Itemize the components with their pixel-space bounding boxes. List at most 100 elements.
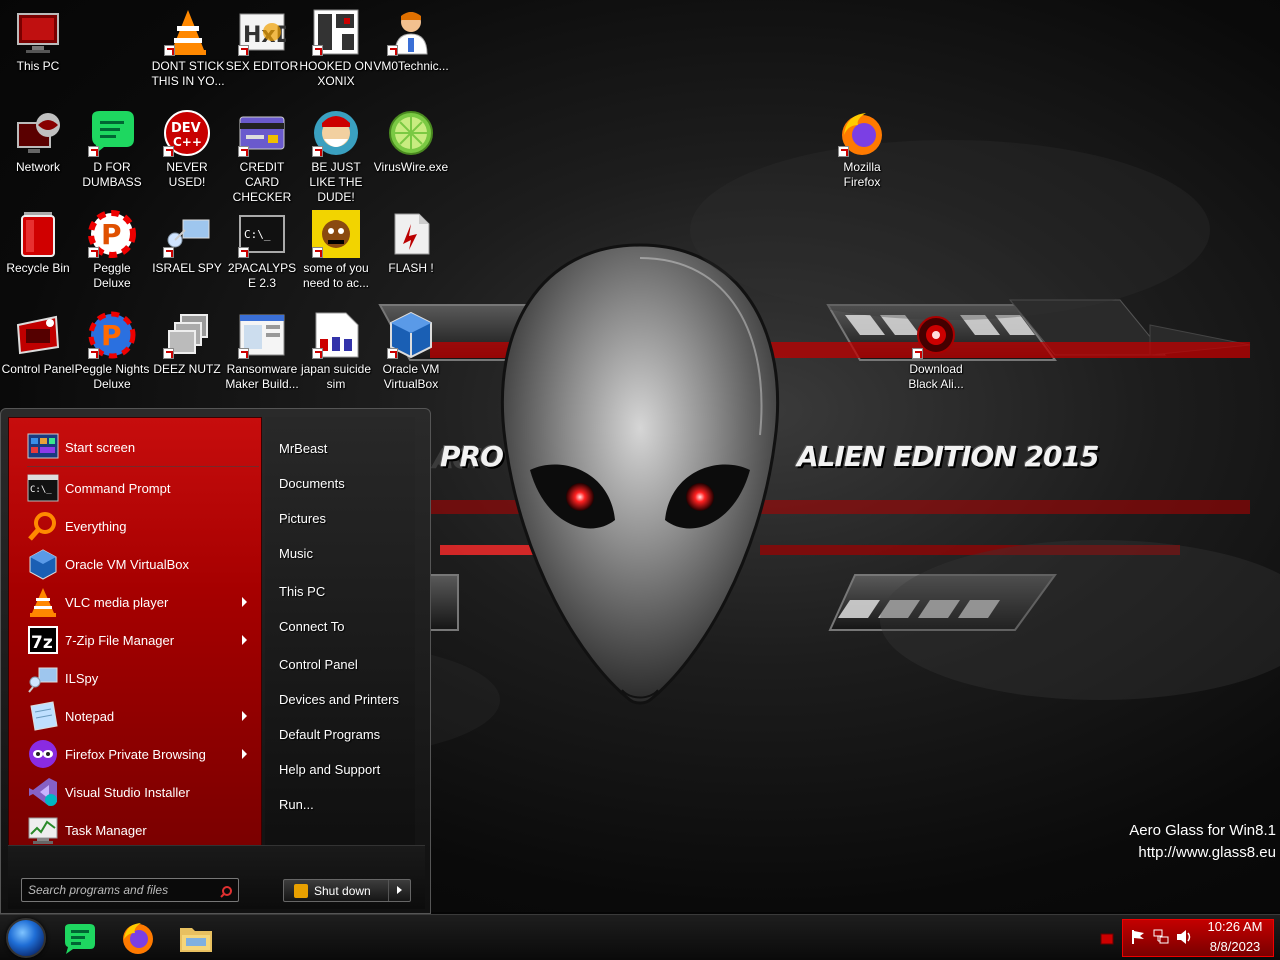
svg-text:C:\_: C:\_ (244, 228, 271, 241)
place-music[interactable]: Music (279, 546, 313, 561)
search-input[interactable] (28, 883, 208, 897)
start-orb-button[interactable] (6, 918, 46, 958)
desktop-icon-recycle-bin[interactable]: Recycle Bin (0, 210, 76, 276)
place-connect-to[interactable]: Connect To (279, 619, 345, 634)
credit-card-icon (238, 109, 286, 157)
desktop-icon-sex-editor[interactable]: HxD SEX EDITOR (224, 8, 300, 74)
desktop-icon-some-of-you[interactable]: some of you need to ac... (298, 210, 374, 291)
flash-document-icon (387, 210, 435, 258)
flag-icon[interactable] (1130, 929, 1146, 945)
desktop-icon-this-pc[interactable]: This PC (0, 8, 76, 74)
start-item-command-prompt[interactable]: C:\_ Command Prompt (9, 469, 263, 507)
search-icon[interactable] (220, 883, 232, 898)
shortcut-arrow-icon (312, 348, 323, 359)
dev-cpp-icon: DEV C++ (163, 109, 211, 157)
desktop-icon-d-for-dumbass[interactable]: D FOR DUMBASS (74, 109, 150, 190)
network-icon[interactable] (1153, 929, 1169, 945)
magnifier-icon (27, 510, 59, 542)
hxd-icon: HxD (238, 8, 294, 56)
desktop-icon-mozilla-firefox[interactable]: Mozilla Firefox (824, 109, 900, 190)
desktop-icon-hooked-on-xonix[interactable]: HOOKED ON XONIX (298, 8, 374, 89)
start-item-firefox-private[interactable]: Firefox Private Browsing (9, 735, 263, 773)
shortcut-arrow-icon (163, 247, 174, 258)
start-item-visual-studio-installer[interactable]: Visual Studio Installer (9, 773, 263, 811)
monitor-icon (14, 8, 62, 56)
place-help-and-support[interactable]: Help and Support (279, 762, 380, 777)
shutdown-button[interactable]: Shut down (283, 879, 411, 902)
task-manager-icon (27, 814, 59, 846)
start-menu: Start screen C:\_ Command Prompt Everyth… (0, 408, 431, 914)
peggle-icon: P (88, 210, 136, 258)
clock-time[interactable]: 10:26 AM (1200, 919, 1270, 934)
desktop-icon-peggle-deluxe[interactable]: P Peggle Deluxe (74, 210, 150, 291)
desktop-icon-control-panel[interactable]: Control Panel (0, 311, 76, 377)
svg-text:C++: C++ (173, 135, 202, 149)
place-documents[interactable]: Documents (279, 476, 345, 491)
desktop-icon-network[interactable]: Network (0, 109, 76, 175)
desktop-icon-vm0technic[interactable]: VM0Technic... (373, 8, 449, 74)
windows-stack-icon (163, 311, 211, 359)
shortcut-arrow-icon (238, 348, 249, 359)
desktop-icon-be-just-like-the-dude[interactable]: BE JUST LIKE THE DUDE! (298, 109, 374, 205)
start-menu-places: MrBeast Documents Pictures Music This PC… (265, 417, 415, 851)
submenu-arrow-icon[interactable] (242, 749, 247, 759)
start-item-everything[interactable]: Everything (9, 507, 263, 545)
desktop-icon-japan-suicide-sim[interactable]: japan suicide sim (298, 311, 374, 392)
place-pictures[interactable]: Pictures (279, 511, 326, 526)
start-item-start-screen[interactable]: Start screen (9, 428, 263, 466)
game-file-icon (312, 311, 360, 359)
place-default-programs[interactable]: Default Programs (279, 727, 380, 742)
lock-icon (294, 883, 308, 898)
desktop-icon-viruswire[interactable]: VirusWire.exe (373, 109, 449, 175)
start-item-vlc-media-player[interactable]: VLC media player (9, 583, 263, 621)
virtualbox-cube-icon (387, 311, 435, 359)
start-item-notepad[interactable]: Notepad (9, 697, 263, 735)
console-icon: C:\_ (238, 210, 286, 258)
control-panel-icon (14, 311, 62, 359)
ilspy-icon (27, 662, 59, 694)
start-item-ilspy[interactable]: ILSpy (9, 659, 263, 697)
place-mrbeast[interactable]: MrBeast (279, 441, 327, 456)
shutdown-options-arrow-icon[interactable] (388, 880, 410, 901)
submenu-arrow-icon[interactable] (242, 635, 247, 645)
start-search-box[interactable] (21, 878, 239, 902)
svg-text:7z: 7z (31, 633, 53, 653)
submenu-arrow-icon[interactable] (242, 597, 247, 607)
desktop-icon-peggle-nights[interactable]: P Peggle Nights Deluxe (74, 311, 150, 392)
place-devices-and-printers[interactable]: Devices and Printers (279, 692, 399, 707)
speaker-icon[interactable] (1176, 929, 1192, 945)
svg-text:DEV: DEV (171, 121, 201, 136)
desktop-icon-download-black-ali[interactable]: Download Black Ali... (898, 311, 974, 392)
folder-icon (180, 928, 212, 952)
taskbar-spotify-button[interactable] (58, 919, 102, 957)
shortcut-arrow-icon (164, 45, 175, 56)
start-item-7zip-file-manager[interactable]: 7z 7-Zip File Manager (9, 621, 263, 659)
vlc-cone-icon (27, 586, 59, 618)
chat-bubble-icon (65, 924, 95, 954)
taskbar-file-explorer-button[interactable] (174, 919, 218, 957)
desktop-icon-credit-card-checker[interactable]: CREDIT CARD CHECKER (224, 109, 300, 205)
dude-character-icon (312, 109, 360, 157)
desktop-icon-2pacalypse[interactable]: C:\_ 2PACALYPSE 2.3 (224, 210, 300, 291)
desktop-icon-deez-nutz[interactable]: DEEZ NUTZ (149, 311, 225, 377)
place-control-panel[interactable]: Control Panel (279, 657, 358, 672)
clock-date[interactable]: 8/8/2023 (1200, 939, 1270, 954)
place-this-pc[interactable]: This PC (279, 584, 325, 599)
desktop-icon-flash[interactable]: FLASH ! (373, 210, 449, 276)
taskbar-firefox-button[interactable] (116, 919, 160, 957)
desktop-icon-ransomware-maker[interactable]: Ransomware Maker Build... (224, 311, 300, 392)
notification-icon[interactable] (1100, 932, 1114, 946)
desktop-icon-israel-spy[interactable]: ISRAEL SPY (149, 210, 225, 276)
place-run[interactable]: Run... (279, 797, 314, 812)
start-menu-programs: Start screen C:\_ Command Prompt Everyth… (8, 417, 262, 851)
shortcut-arrow-icon (312, 146, 323, 157)
start-item-oracle-vm-virtualbox[interactable]: Oracle VM VirtualBox (9, 545, 263, 583)
submenu-arrow-icon[interactable] (242, 711, 247, 721)
shortcut-arrow-icon (163, 146, 174, 157)
command-prompt-icon: C:\_ (27, 472, 59, 504)
aero-glass-title: Aero Glass for Win8.1 (1129, 822, 1276, 839)
desktop-icon-never-used[interactable]: DEV C++ NEVER USED! (149, 109, 225, 190)
desktop-icon-dont-stick[interactable]: DONT STICK THIS IN YO... (150, 8, 226, 89)
start-item-task-manager[interactable]: Task Manager (9, 811, 263, 849)
desktop-icon-oracle-vm-virtualbox[interactable]: Oracle VM VirtualBox (373, 311, 449, 392)
